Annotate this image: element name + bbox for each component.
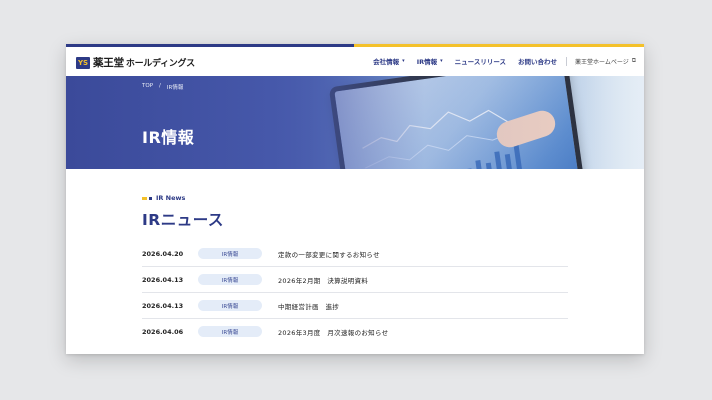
nav-label: お問い合わせ <box>518 58 557 66</box>
nav-item-company[interactable]: 会社情報 ▾ <box>373 56 405 66</box>
site-logo[interactable]: YS 薬王堂 ホールディングス <box>76 55 195 70</box>
section-label: IR News <box>142 194 572 202</box>
breadcrumb-current: IR情報 <box>166 85 184 91</box>
news-title[interactable]: 定款の一部変更に関するお知らせ <box>278 249 380 259</box>
external-link-label: 薬王堂ホームページ <box>575 58 629 66</box>
news-date: 2026.04.13 <box>142 301 184 310</box>
news-date: 2026.04.13 <box>142 275 184 284</box>
news-list: 2026.04.20 IR情報 定款の一部変更に関するお知らせ 2026.04.… <box>142 241 568 344</box>
list-item[interactable]: 2026.04.13 IR情報 2026年2月期 決算説明資料 <box>142 267 568 293</box>
external-link-icon: ⧉ <box>631 57 636 64</box>
list-item[interactable]: 2026.04.13 IR情報 中期経営計画 進捗 <box>142 293 568 319</box>
section-title: IRニュース <box>142 211 224 229</box>
section-heading: IR News IRニュース <box>142 194 572 230</box>
label-marker-navy <box>149 196 152 200</box>
news-title[interactable]: 中期経営計画 進捗 <box>278 301 339 311</box>
breadcrumb-separator: / <box>159 83 161 89</box>
label-marker-yellow <box>142 196 147 200</box>
category-badge: IR情報 <box>198 248 262 259</box>
breadcrumb-top-link[interactable]: TOP <box>142 83 153 91</box>
chevron-down-icon: ▾ <box>402 58 405 64</box>
chevron-down-icon: ▾ <box>440 58 443 64</box>
nav-divider <box>566 56 567 66</box>
hero-banner: TOP / IR情報 IR情報 <box>66 76 644 169</box>
site-header: YS 薬王堂 ホールディングス 会社情報 ▾ IR情報 ▾ ニュースリリース お… <box>66 47 644 76</box>
section-label-text: IR News <box>156 194 186 202</box>
breadcrumb: TOP / IR情報 <box>142 83 189 91</box>
nav-item-news-release[interactable]: ニュースリリース <box>455 56 506 66</box>
nav-label: IR情報 <box>416 58 438 66</box>
nav-label: ニュースリリース <box>454 58 506 66</box>
category-badge: IR情報 <box>198 326 262 337</box>
nav-item-ir[interactable]: IR情報 ▾ <box>417 56 443 66</box>
news-date: 2026.04.06 <box>142 327 184 336</box>
page-title: IR情報 <box>142 128 195 147</box>
list-item[interactable]: 2026.04.20 IR情報 定款の一部変更に関するお知らせ <box>142 241 568 267</box>
browser-page: YS 薬王堂 ホールディングス 会社情報 ▾ IR情報 ▾ ニュースリリース お… <box>66 44 644 354</box>
news-date: 2026.04.20 <box>142 249 184 258</box>
external-homepage-link[interactable]: 薬王堂ホームページ ⧉ <box>575 57 636 66</box>
nav-label: 会社情報 <box>373 58 400 66</box>
logo-name: 薬王堂 <box>93 57 124 69</box>
logo-badge: YS <box>76 56 90 69</box>
list-item[interactable]: 2026.04.06 IR情報 2026年3月度 月次速報のお知らせ <box>142 319 568 344</box>
category-badge: IR情報 <box>198 300 262 311</box>
global-nav: 会社情報 ▾ IR情報 ▾ ニュースリリース お問い合わせ 薬王堂ホームページ … <box>361 56 636 66</box>
category-badge: IR情報 <box>198 274 262 285</box>
news-title[interactable]: 2026年3月度 月次速報のお知らせ <box>278 327 388 337</box>
hero-side-fade <box>584 76 644 169</box>
nav-item-contact[interactable]: お問い合わせ <box>518 56 557 66</box>
logo-subtitle: ホールディングス <box>125 59 195 69</box>
news-title[interactable]: 2026年2月期 決算説明資料 <box>278 275 368 285</box>
